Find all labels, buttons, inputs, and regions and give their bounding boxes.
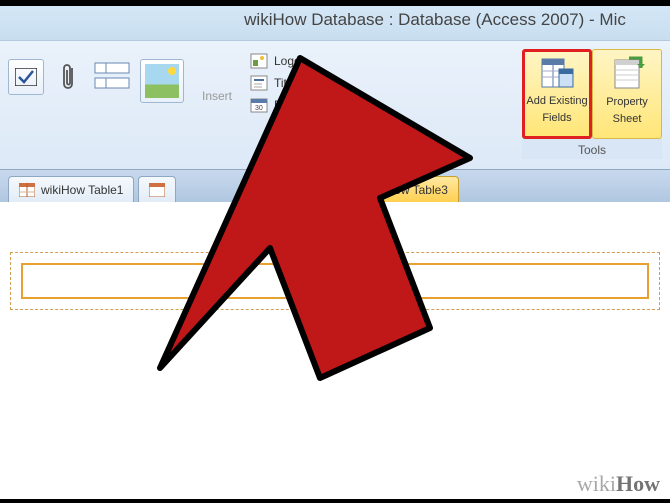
add-fields-icon [539,55,575,91]
tab-table2-partial[interactable] [138,176,176,202]
checkbox-control-button[interactable] [8,59,44,95]
logo-icon [250,53,268,69]
table-icon [19,183,35,197]
top-border [0,0,670,6]
form-grid-icon [94,62,130,93]
checkmark-icon [15,68,37,86]
paperclip-icon [59,62,77,97]
tab-wikihow-table3[interactable]: How Table3 [374,176,458,202]
logo-label: Logo [274,54,301,68]
title-label: Title [274,76,296,90]
tools-group-label: Tools [522,139,662,159]
calendar-icon: 30 [250,97,268,113]
title-bar: wikiHow Database : Database (Access 2007… [0,0,670,40]
tools-group: Add Existing Fields Property Sheet Tools [522,49,662,159]
image-button[interactable] [140,59,184,103]
textbox-control[interactable] [21,263,649,299]
document-tabs: wikiHow Table1 How Table3 [0,170,670,202]
title-button[interactable]: Title [250,75,352,91]
svg-text:30: 30 [255,105,263,112]
date-time-button[interactable]: 30 Date and Time [250,97,352,113]
header-footer-group: Logo Title 30 Date and Time [250,49,352,113]
bottom-border [0,499,670,503]
watermark-suffix: How [616,471,660,496]
tab1-label: wikiHow Table1 [41,183,123,197]
insert-label: Insert [202,89,232,103]
watermark-prefix: wiki [577,471,616,496]
attachment-button[interactable] [52,59,84,99]
property-sheet-line1: Property [606,96,648,109]
design-view [0,202,670,360]
date-time-label: Date and Time [274,98,352,112]
picture-icon [145,64,179,98]
property-sheet-icon [609,56,645,92]
window-title: wikiHow Database : Database (Access 2007… [244,10,626,30]
add-fields-line2: Fields [542,112,571,125]
tab3-label: How Table3 [385,183,447,197]
logo-button[interactable]: Logo [250,53,352,69]
tab-wikihow-table1[interactable]: wikiHow Table1 [8,176,134,202]
table-icon [149,183,165,197]
property-sheet-line2: Sheet [613,113,642,126]
add-fields-line1: Add Existing [526,95,587,108]
ribbon-controls-group: Insert [8,49,242,103]
add-existing-fields-button[interactable]: Add Existing Fields [522,49,592,139]
property-sheet-button[interactable]: Property Sheet [592,49,662,139]
insert-chart-button: Insert [192,59,242,103]
title-icon [250,75,268,91]
form-section[interactable] [10,252,660,310]
ribbon: Insert Logo Title 30 Date and Time [0,40,670,170]
form-control-button[interactable] [92,59,132,95]
watermark: wikiHow [577,471,660,497]
